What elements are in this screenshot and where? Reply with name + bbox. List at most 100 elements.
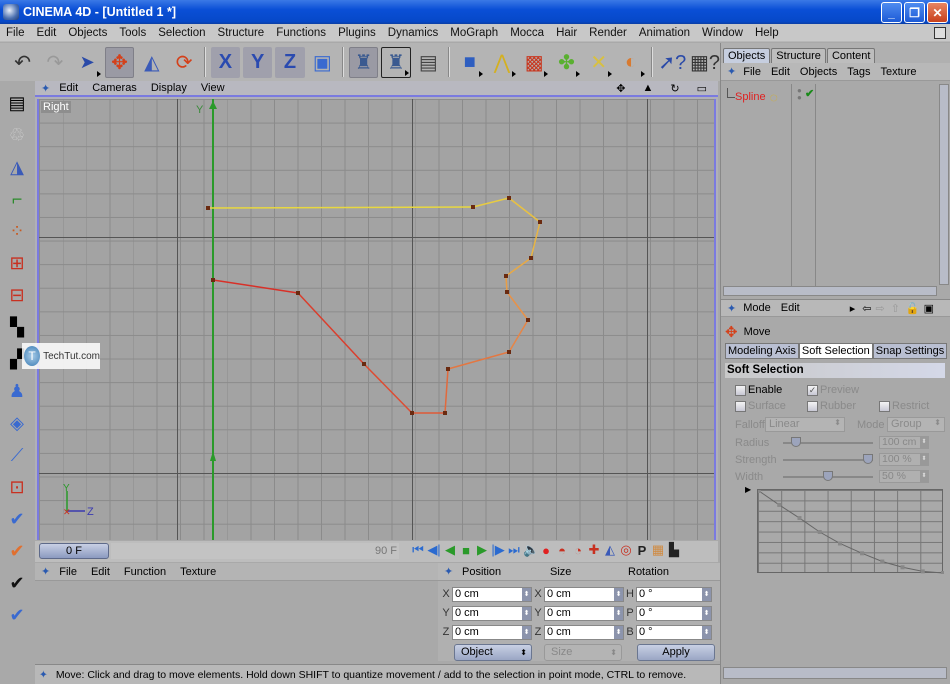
tab-structure[interactable]: Structure <box>771 48 826 63</box>
am-back-icon[interactable]: ⇦ <box>860 302 873 315</box>
autokey-icon[interactable]: ◓ <box>555 543 569 558</box>
viewport-menu-display[interactable]: Display <box>144 82 194 94</box>
menu-render[interactable]: Render <box>583 27 633 39</box>
bricks-tool-icon[interactable]: ◈ <box>2 408 32 438</box>
viewport-menu-view[interactable]: View <box>194 82 232 94</box>
rubber-checkbox[interactable] <box>807 400 818 412</box>
spline-segment[interactable] <box>212 279 299 294</box>
maximize-icon[interactable]: ▭ <box>690 82 714 95</box>
close-button[interactable]: ✕ <box>927 2 948 23</box>
menu-selection[interactable]: Selection <box>152 27 211 39</box>
spline-point[interactable] <box>507 350 511 354</box>
am-menu-mode[interactable]: Mode <box>738 302 776 314</box>
spline-segment[interactable] <box>530 221 541 259</box>
spline-segment[interactable] <box>447 351 510 370</box>
menu-edit[interactable]: Edit <box>31 27 63 39</box>
edges-tool-icon[interactable]: ⊞ <box>2 248 32 278</box>
strength-slider[interactable] <box>783 453 873 464</box>
enabled-check-icon[interactable]: ✔ <box>805 87 814 100</box>
falloff-curve-point[interactable] <box>941 571 944 574</box>
timeline-track[interactable] <box>111 543 399 559</box>
position-key-icon[interactable]: ✚ <box>587 542 601 558</box>
spline-point[interactable] <box>211 278 215 282</box>
visibility-dots-icon[interactable]: ● ● <box>797 87 802 102</box>
spline-point[interactable] <box>206 206 210 210</box>
menu-functions[interactable]: Functions <box>270 27 332 39</box>
spline-segment[interactable] <box>363 363 413 414</box>
parameter-key-icon[interactable]: P <box>635 543 649 558</box>
tab-soft-selection[interactable]: Soft Selection <box>798 343 873 359</box>
record-icon[interactable]: ● <box>539 543 553 558</box>
scale-icon[interactable]: ◭ <box>137 47 166 78</box>
size-z-field[interactable]: 0 cm ⬍ <box>544 624 624 640</box>
object-name[interactable]: Spline <box>735 91 766 103</box>
pla-key-icon[interactable]: ▦ <box>651 542 665 558</box>
command-help-icon[interactable]: ▦? <box>690 47 720 78</box>
menu-mocca[interactable]: Mocca <box>504 27 550 39</box>
size-x-field[interactable]: 0 cm ⬍ <box>544 586 624 602</box>
rotation-h-field[interactable]: 0 ° ⬍ <box>636 586 712 602</box>
coordinate-system-icon[interactable]: ▣ <box>308 47 337 78</box>
am-menu-icon[interactable]: ✦ <box>725 302 738 315</box>
y-axis-handle[interactable] <box>210 451 216 461</box>
play-backwards-icon[interactable]: ◀ <box>443 542 457 558</box>
nurbs-icon[interactable]: ▩ <box>520 47 549 78</box>
falloff-curve-point[interactable] <box>900 565 905 570</box>
position-z-field[interactable]: 0 cm ⬍ <box>452 624 532 640</box>
particles-icon[interactable]: ✔ <box>2 600 32 630</box>
coordinate-mode-dropdown[interactable]: Object ⬍ <box>454 644 532 661</box>
render-view-icon[interactable]: ♜ <box>348 46 379 78</box>
deformer-icon[interactable]: ✕ <box>584 47 613 78</box>
falloff-curve-point[interactable] <box>777 502 782 507</box>
spline-point[interactable] <box>505 290 509 294</box>
radius-field[interactable]: 100 cm ⬍ <box>879 436 929 449</box>
material-menu-icon[interactable]: ✦ <box>39 565 52 578</box>
current-frame-slider[interactable]: 0 F <box>39 543 109 559</box>
coords-menu-icon[interactable]: ✦ <box>444 565 462 578</box>
spline-point[interactable] <box>296 291 300 295</box>
attribute-horizontal-scrollbar[interactable] <box>723 667 947 679</box>
om-menu-icon[interactable]: ✦ <box>725 65 738 78</box>
menu-structure[interactable]: Structure <box>212 27 271 39</box>
live-selection-icon[interactable]: ➤ <box>73 47 102 78</box>
curve-expand-icon[interactable]: ▶ <box>745 485 751 494</box>
spline-segment[interactable] <box>505 257 532 277</box>
maximize-layout-icon[interactable] <box>934 27 946 39</box>
spline-object[interactable] <box>206 196 542 415</box>
material-menu-edit[interactable]: Edit <box>84 566 117 578</box>
minimize-button[interactable]: _ <box>881 2 902 23</box>
context-help-icon[interactable]: ➚? <box>658 47 687 78</box>
menu-file[interactable]: File <box>0 27 31 39</box>
spline-point[interactable] <box>504 274 508 278</box>
am-lock-icon[interactable]: 🔓 <box>904 302 922 315</box>
menu-tools[interactable]: Tools <box>113 27 152 39</box>
spline-segment[interactable] <box>297 292 365 365</box>
object-list-horizontal-scrollbar[interactable] <box>723 286 937 296</box>
previous-key-icon[interactable]: ◀| <box>427 542 441 558</box>
material-menu-file[interactable]: File <box>52 566 84 578</box>
width-slider-knob[interactable] <box>823 470 833 481</box>
z-axis-lock-icon[interactable]: Z <box>275 46 305 78</box>
om-menu-file[interactable]: File <box>738 66 766 78</box>
menu-plugins[interactable]: Plugins <box>332 27 382 39</box>
rotate-view-icon[interactable]: ↻ <box>663 82 686 95</box>
sculpt-tool-icon[interactable]: ♟ <box>2 376 32 406</box>
go-to-start-icon[interactable]: ⏮ <box>411 542 425 558</box>
spline-tools-icon[interactable]: ⋀ <box>487 47 516 78</box>
spline-segment[interactable] <box>508 197 541 223</box>
stop-icon[interactable]: ■ <box>459 543 473 558</box>
menu-window[interactable]: Window <box>696 27 749 39</box>
mode-dropdown[interactable]: Group ⬍ <box>887 417 945 432</box>
om-menu-objects[interactable]: Objects <box>795 66 842 78</box>
object-row-spline[interactable]: Spline ◌ <box>735 89 778 105</box>
scene-object-icon[interactable]: ◐ <box>616 47 645 78</box>
interpolation-icon[interactable]: ▙ <box>667 542 681 558</box>
tab-modeling-axis[interactable]: Modeling Axis <box>725 343 799 359</box>
pan-icon[interactable]: ✥ <box>609 82 632 95</box>
falloff-curve-point[interactable] <box>758 490 761 493</box>
cube-primitive-icon[interactable]: ■ <box>455 47 484 78</box>
spline-point[interactable] <box>443 411 447 415</box>
size-y-field[interactable]: 0 cm ⬍ <box>544 605 624 621</box>
falloff-dropdown[interactable]: Linear ⬍ <box>765 417 845 432</box>
falloff-curve-point[interactable] <box>860 551 865 556</box>
